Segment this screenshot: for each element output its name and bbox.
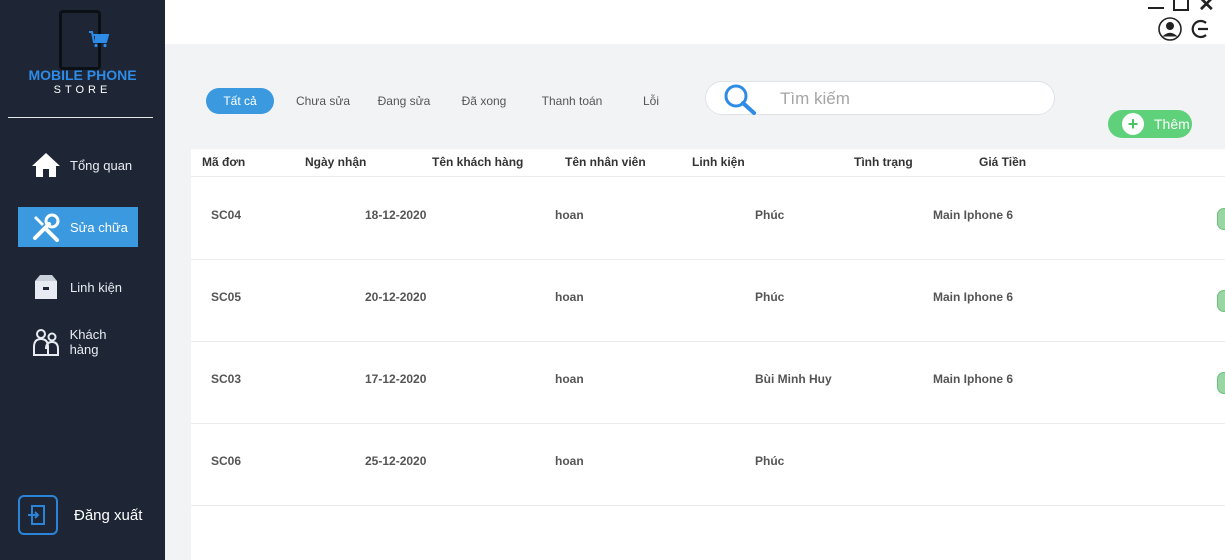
table-row[interactable]: SC06 25-12-2020 hoan Phúc: [191, 424, 1225, 506]
cart-icon: [89, 31, 110, 48]
search-icon[interactable]: [722, 83, 758, 115]
tools-icon: [30, 211, 62, 243]
cell-date: 20-12-2020: [365, 290, 427, 304]
cell-id: SC03: [211, 372, 242, 386]
sidebar-item-label: Tổng quan: [70, 157, 133, 173]
cell-id: SC05: [211, 290, 242, 304]
logout-label: Đăng xuất: [74, 506, 143, 524]
close-icon[interactable]: ✕: [1198, 0, 1218, 16]
cell-customer: Bùi Minh Huy: [755, 372, 832, 386]
column-header: Linh kiện: [692, 155, 745, 169]
cell-staff: hoan: [555, 454, 584, 468]
cell-staff: hoan: [555, 290, 584, 304]
cell-staff: hoan: [555, 208, 584, 222]
sidebar: MOBILE PHONE STORE Tổng quan Sửa chữa Li…: [0, 0, 165, 560]
table-row[interactable]: SC03 17-12-2020 hoan Bùi Minh Huy Main I…: [191, 342, 1225, 424]
cell-part: Main Iphone 6: [933, 290, 1014, 304]
column-header: Tên nhân viên: [565, 155, 646, 169]
column-header: Giá Tiền: [979, 155, 1027, 169]
column-header: Mã đơn: [202, 155, 246, 169]
brand-line2: STORE: [53, 84, 112, 96]
row-action-icon[interactable]: [1217, 372, 1225, 394]
user-icon[interactable]: [1158, 17, 1182, 41]
logout-icon: [18, 495, 58, 535]
box-icon: [30, 271, 62, 303]
tab-loi[interactable]: Lỗi: [636, 88, 666, 114]
sidebar-item-label: Linh kiện: [70, 279, 123, 295]
top-bar: [165, 0, 1225, 44]
tab-tat-ca[interactable]: Tất cả: [206, 88, 274, 114]
cell-date: 18-12-2020: [365, 208, 427, 222]
tab-chua-sua[interactable]: Chưa sửa: [290, 88, 356, 114]
brand-line1: MOBILE PHONE: [28, 67, 137, 83]
tab-dang-sua[interactable]: Đang sửa: [370, 88, 438, 114]
cell-date: 25-12-2020: [365, 454, 427, 468]
power-logout-icon[interactable]: [1189, 17, 1211, 41]
cell-customer: Phúc: [755, 454, 785, 468]
customers-icon: [30, 326, 62, 358]
plus-icon: +: [1122, 113, 1144, 135]
cell-date: 17-12-2020: [365, 372, 427, 386]
maximize-icon[interactable]: [1173, 0, 1189, 11]
tab-da-xong[interactable]: Đã xong: [454, 88, 514, 114]
cell-id: SC06: [211, 454, 242, 468]
column-header: Tình trạng: [854, 155, 913, 169]
row-action-icon[interactable]: [1217, 208, 1225, 230]
sidebar-item-tong-quan[interactable]: Tổng quan: [18, 145, 138, 185]
repair-orders-table: Mã đơn Ngày nhận Tên khách hàng Tên nhân…: [191, 149, 1225, 560]
table-header: Mã đơn Ngày nhận Tên khách hàng Tên nhân…: [191, 149, 1225, 177]
cell-customer: Phúc: [755, 290, 785, 304]
table-row[interactable]: SC04 18-12-2020 hoan Phúc Main Iphone 6: [191, 178, 1225, 260]
sidebar-item-label: Sửa chữa: [70, 219, 128, 235]
sidebar-divider: [8, 117, 153, 118]
home-icon: [30, 149, 62, 181]
add-button-label: Thêm: [1154, 116, 1190, 132]
cell-customer: Phúc: [755, 208, 785, 222]
cell-part: Main Iphone 6: [933, 208, 1014, 222]
minimize-icon[interactable]: [1148, 7, 1164, 9]
cell-staff: hoan: [555, 372, 584, 386]
search-input[interactable]: [780, 86, 1040, 112]
sidebar-item-sua-chua[interactable]: Sửa chữa: [18, 207, 138, 247]
cell-part: Main Iphone 6: [933, 372, 1014, 386]
row-action-icon[interactable]: [1217, 290, 1225, 312]
column-header: Tên khách hàng: [432, 155, 524, 169]
tab-thanh-toan[interactable]: Thanh toán: [534, 88, 610, 114]
logout-button[interactable]: Đăng xuất: [18, 495, 158, 535]
column-header: Ngày nhận: [305, 155, 367, 169]
sidebar-item-label: Khách hàng: [69, 327, 107, 357]
search-box: [705, 81, 1055, 115]
sidebar-item-khach-hang[interactable]: Khách hàng: [18, 322, 138, 362]
sidebar-item-linh-kien[interactable]: Linh kiện: [18, 267, 138, 307]
add-button[interactable]: + Thêm: [1108, 110, 1192, 138]
store-logo: MOBILE PHONE STORE: [0, 8, 165, 100]
cell-id: SC04: [211, 208, 242, 222]
table-row[interactable]: SC05 20-12-2020 hoan Phúc Main Iphone 6: [191, 260, 1225, 342]
